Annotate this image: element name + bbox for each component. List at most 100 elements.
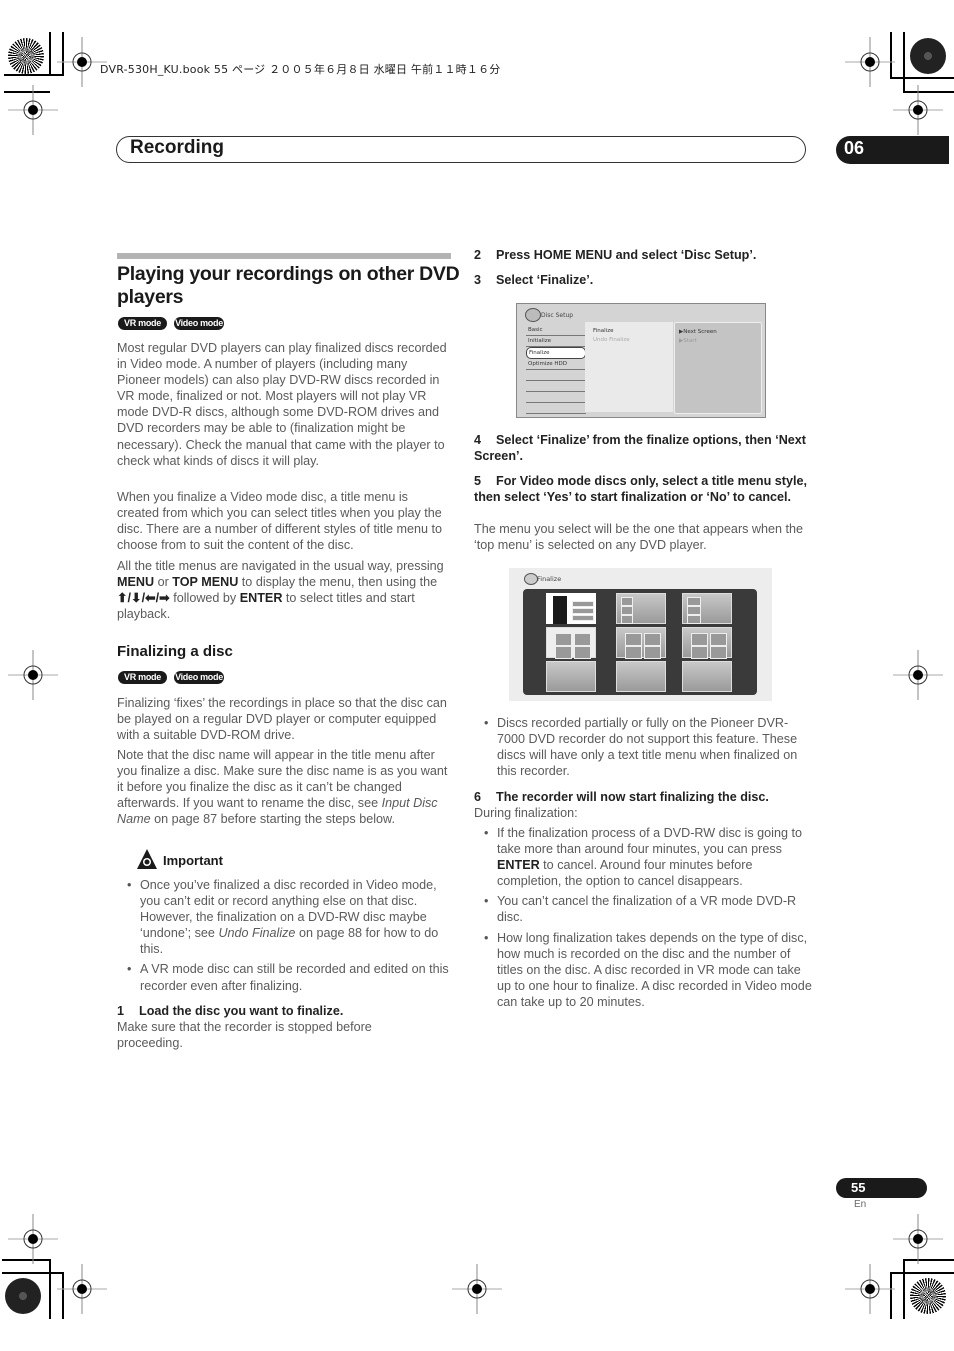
print-metadata: DVR-530H_KU.book 55 ページ ２００５年６月８日 水曜日 午前… <box>100 63 501 76</box>
menu-style-thumbnail[interactable] <box>546 661 596 692</box>
screen-title: Finalize <box>537 575 562 583</box>
menu-item-empty <box>526 392 586 403</box>
step-number: 1 <box>117 1004 125 1018</box>
menu-item-initialize[interactable]: Initialize <box>526 336 586 347</box>
menu-style-thumbnail[interactable] <box>616 661 666 692</box>
enter-key: ENTER <box>497 858 540 873</box>
language-code: En <box>854 1199 867 1210</box>
option-undo-finalize: Undo Finalize <box>593 337 630 343</box>
cross-reference: Undo Finalize <box>218 926 296 941</box>
menu-style-thumbnail[interactable] <box>682 593 732 624</box>
finalize-screenshot: Finalize <box>509 568 772 701</box>
option-finalize[interactable]: Finalize <box>593 328 673 334</box>
step-number: 5 <box>474 474 482 488</box>
page-heading: Playing your recordings on other DVD pla… <box>117 263 460 308</box>
finalize-icon <box>524 573 538 585</box>
crop-mark <box>890 1272 954 1274</box>
registration-target-icon <box>845 1264 895 1314</box>
menu-style-thumbnail[interactable] <box>616 593 666 624</box>
text: You can’t cancel the finalization of a V… <box>497 894 797 925</box>
crop-mark <box>903 32 905 91</box>
next-screen-button[interactable]: ▶Next Screen <box>679 329 761 335</box>
screen-title: Disc Setup <box>541 312 574 319</box>
step-number: 6 <box>474 790 482 804</box>
step-text: Select ‘Finalize’ from the finalize opti… <box>474 433 806 464</box>
menu-item-basic[interactable]: Basic <box>526 325 586 336</box>
registration-target-icon <box>893 650 943 700</box>
step-4: 4 Select ‘Finalize’ from the finalize opt… <box>474 432 814 464</box>
top-menu-key: TOP MENU <box>172 575 239 590</box>
finalize-options: Finalize Undo Finalize <box>585 322 673 412</box>
step-number: 3 <box>474 273 482 287</box>
step-number: 2 <box>474 248 482 262</box>
title-menu-paragraph: When you finalize a Video mode disc, a t… <box>117 490 443 553</box>
registration-target-icon <box>452 1264 502 1314</box>
step-5-body: The menu you select will be the one that… <box>474 522 804 553</box>
registration-target-icon <box>57 1264 107 1314</box>
enter-key: ENTER <box>239 591 283 606</box>
subheading-finalizing: Finalizing a disc <box>117 643 233 660</box>
chapter-number: 06 <box>844 138 865 158</box>
step-3: 3 Select ‘Finalize’. <box>474 272 814 288</box>
list-item: You can’t cancel the finalization of a V… <box>484 893 813 925</box>
crop-mark <box>49 32 51 74</box>
step-text: The recorder will now start finalizing t… <box>496 790 769 804</box>
menu-style-thumbnail[interactable] <box>682 661 732 692</box>
disc-setup-screenshot: Disc Setup Basic Initialize Finalize Opt… <box>516 303 766 418</box>
menu-style-thumbnail[interactable] <box>546 593 596 624</box>
menu-item-optimize-hdd[interactable]: Optimize HDD <box>526 359 586 370</box>
menu-style-thumbnail[interactable] <box>682 627 732 659</box>
menu-style-thumbnail[interactable] <box>546 627 596 659</box>
disc-setup-icon <box>525 308 541 322</box>
important-list: Once you’ve finalized a disc recorded in… <box>127 877 456 998</box>
step-text: Press HOME MENU and select ‘Disc Setup’. <box>496 248 757 262</box>
menu-item-empty <box>526 370 586 381</box>
video-mode-badge: Video mode <box>174 671 224 684</box>
crop-mark <box>2 1272 62 1274</box>
registration-starburst-icon <box>910 38 946 74</box>
menu-item-empty <box>526 403 586 414</box>
list-item: Once you’ve finalized a disc recorded in… <box>127 877 456 957</box>
crop-mark <box>903 1259 905 1319</box>
crop-mark <box>49 1259 51 1319</box>
registration-target-icon <box>8 85 58 135</box>
text: or <box>154 575 173 590</box>
step-1: 1 Load the disc you want to finalize. <box>117 1003 453 1019</box>
step-text: Select ‘Finalize’. <box>496 273 594 287</box>
page-number-tab <box>836 1178 927 1198</box>
registration-starburst-icon <box>5 1278 41 1314</box>
vr-mode-badge: VR mode <box>118 671 167 684</box>
registration-starburst-icon <box>8 38 44 74</box>
page-number: 55 <box>851 1180 866 1195</box>
text: All the title menus are navigated in the… <box>117 559 444 573</box>
registration-starburst-icon <box>910 1278 946 1314</box>
video-mode-badge: Video mode <box>174 317 224 330</box>
menu-item-empty <box>526 381 586 392</box>
menu-style-thumbnail[interactable] <box>616 627 666 659</box>
list-item: If the finalization process of a DVD-RW … <box>484 825 813 889</box>
step-5: 5 For Video mode discs only, select a tit… <box>474 473 814 505</box>
text: followed by <box>169 591 240 606</box>
text: If the finalization process of a DVD-RW … <box>497 826 802 857</box>
list-item: How long finalization takes depends on t… <box>484 930 813 1010</box>
list-item: A VR mode disc can still be recorded and… <box>127 961 456 993</box>
text: on page 87 before starting the steps bel… <box>150 812 395 827</box>
step-text: Load the disc you want to finalize. <box>139 1004 344 1018</box>
menu-item-finalize[interactable]: Finalize <box>526 347 586 359</box>
finalization-notes-list: If the finalization process of a DVD-RW … <box>484 825 813 1014</box>
text: to display the menu, then using the <box>238 575 438 590</box>
registration-target-icon <box>893 85 943 135</box>
step-6: 6 The recorder will now start finalizing … <box>474 789 814 805</box>
warning-hand-icon <box>137 849 157 869</box>
crop-mark <box>890 77 954 79</box>
crop-mark <box>4 74 62 76</box>
start-button: ▶Start <box>679 338 697 344</box>
title-menu-style-grid <box>523 589 757 695</box>
finalize-paragraph: Finalizing ‘fixes’ the recordings in pla… <box>117 696 447 743</box>
dvr7000-note-list: Discs recorded partially or fully on the… <box>484 715 813 783</box>
list-item: Discs recorded partially or fully on the… <box>484 715 813 779</box>
action-panel: ▶Next Screen ▶Start <box>674 322 762 414</box>
step-number: 4 <box>474 433 482 447</box>
section-divider <box>117 253 451 259</box>
registration-target-icon <box>8 650 58 700</box>
